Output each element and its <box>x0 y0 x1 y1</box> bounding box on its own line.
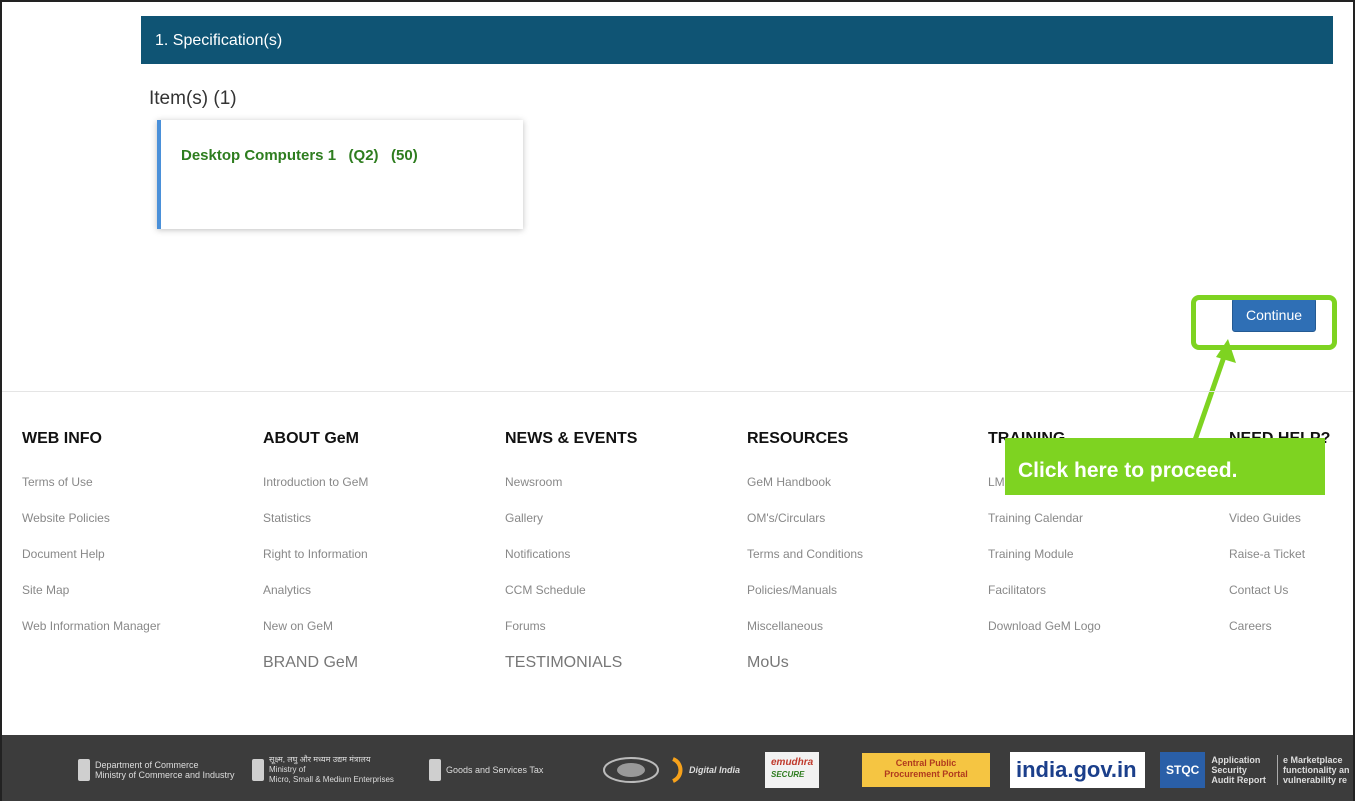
make-in-india-logo[interactable] <box>602 755 660 785</box>
footer-divider <box>2 391 1353 392</box>
lion-icon <box>603 757 659 783</box>
emblem-icon <box>252 759 264 781</box>
footer-link-site-map[interactable]: Site Map <box>22 580 161 600</box>
footer-link-training-module[interactable]: Training Module <box>988 544 1101 564</box>
page-frame: 1. Specification(s) Item(s) (1) Desktop … <box>0 0 1355 801</box>
footer-link-training-calendar[interactable]: Training Calendar <box>988 508 1101 528</box>
footer-link-new-on-gem[interactable]: New on GeM <box>263 616 368 636</box>
footer-link-web-information-manager[interactable]: Web Information Manager <box>22 616 161 636</box>
continue-button[interactable]: Continue <box>1232 298 1316 332</box>
footer-link-video-guides[interactable]: Video Guides <box>1229 508 1330 528</box>
footer-link-raise-ticket[interactable]: Raise-a Ticket <box>1229 544 1330 564</box>
digital-india-icon <box>672 757 683 783</box>
emudhra-logo[interactable]: emudhra SECURE <box>765 752 820 788</box>
msme-line-2: Ministry of <box>269 765 306 774</box>
marketplace-line-1: e Marketplace <box>1283 755 1343 765</box>
footer-link-careers[interactable]: Careers <box>1229 616 1330 636</box>
footer-link-download-gem-logo[interactable]: Download GeM Logo <box>988 616 1101 636</box>
emblem-icon <box>429 759 441 781</box>
digital-india-label: Digital India <box>689 765 741 775</box>
footer-col-resources: RESOURCES GeM Handbook OM's/Circulars Te… <box>747 430 863 672</box>
footer-link-policies-manuals[interactable]: Policies/Manuals <box>747 580 863 600</box>
footer-link-facilitators[interactable]: Facilitators <box>988 580 1101 600</box>
footer-link-om-circulars[interactable]: OM's/Circulars <box>747 508 863 528</box>
digital-india-logo[interactable]: Digital India <box>669 755 740 785</box>
marketplace-note: e Marketplace functionality an vulnerabili… <box>1277 755 1350 785</box>
footer-link-terms-of-use[interactable]: Terms of Use <box>22 472 161 492</box>
marketplace-line-3: vulnerability re <box>1283 775 1348 785</box>
footer-link-testimonials[interactable]: TESTIMONIALS <box>505 654 637 672</box>
items-title: Item(s) (1) <box>149 88 237 109</box>
stqc-line-1: Application <box>1211 755 1261 765</box>
gst-logo[interactable]: Goods and Services Tax <box>429 755 543 785</box>
footer-link-gallery[interactable]: Gallery <box>505 508 637 528</box>
india-gov-label: india.gov.in <box>1010 752 1145 788</box>
cppp-line-1: Central Public <box>895 758 957 768</box>
footer-link-website-policies[interactable]: Website Policies <box>22 508 161 528</box>
emudhra-secure-label: SECURE <box>771 770 805 779</box>
footer-link-notifications[interactable]: Notifications <box>505 544 637 564</box>
item-card[interactable]: Desktop Computers 1 (Q2) (50) <box>157 120 523 229</box>
footer-heading-web-info: WEB INFO <box>22 430 102 447</box>
stqc-badge: STQC <box>1160 752 1206 788</box>
stqc-line-3: Audit Report <box>1211 775 1266 785</box>
marketplace-line-2: functionality an <box>1283 765 1350 775</box>
specification-header[interactable]: 1. Specification(s) <box>141 16 1333 64</box>
item-label[interactable]: Desktop Computers 1 (Q2) (50) <box>181 147 418 164</box>
india-gov-logo[interactable]: india.gov.in <box>1010 752 1145 788</box>
footer-col-about: ABOUT GeM Introduction to GeM Statistics… <box>263 430 368 672</box>
commerce-logo[interactable]: Department of Commerce Ministry of Commer… <box>78 755 235 785</box>
commerce-line-1: Department of Commerce <box>95 760 199 770</box>
emblem-icon <box>78 759 90 781</box>
footer-col-web-info: WEB INFO Terms of Use Website Policies D… <box>22 430 161 636</box>
footer-col-news: NEWS & EVENTS Newsroom Gallery Notificat… <box>505 430 637 672</box>
commerce-line-2: Ministry of Commerce and Industry <box>95 770 235 780</box>
footer-link-terms-and-conditions[interactable]: Terms and Conditions <box>747 544 863 564</box>
footer-link-mous[interactable]: MoUs <box>747 654 863 672</box>
msme-line-1: सूक्ष्म, लघु और मध्यम उद्यम मंत्रालय <box>269 755 371 764</box>
footer-link-statistics[interactable]: Statistics <box>263 508 368 528</box>
footer-link-document-help[interactable]: Document Help <box>22 544 161 564</box>
footer-link-contact-us[interactable]: Contact Us <box>1229 580 1330 600</box>
footer-link-brand-gem[interactable]: BRAND GeM <box>263 654 368 672</box>
footer-heading-resources: RESOURCES <box>747 430 849 447</box>
footer-heading-news: NEWS & EVENTS <box>505 430 638 447</box>
footer-link-right-to-information[interactable]: Right to Information <box>263 544 368 564</box>
footer-link-miscellaneous[interactable]: Miscellaneous <box>747 616 863 636</box>
emudhra-label: emudhra <box>771 757 814 768</box>
footer-link-newsroom[interactable]: Newsroom <box>505 472 637 492</box>
gst-label: Goods and Services Tax <box>446 765 544 775</box>
msme-logo[interactable]: सूक्ष्म, लघु और मध्यम उद्यम मंत्रालय Mini… <box>252 755 394 785</box>
footer-link-gem-handbook[interactable]: GeM Handbook <box>747 472 863 492</box>
msme-line-3: Micro, Small & Medium Enterprises <box>269 775 394 784</box>
footer-link-analytics[interactable]: Analytics <box>263 580 368 600</box>
stqc-logo[interactable]: STQC Application Security Audit Report <box>1160 752 1266 788</box>
footer-link-forums[interactable]: Forums <box>505 616 637 636</box>
partner-logo-bar: Department of Commerce Ministry of Commer… <box>2 735 1353 801</box>
proceed-callout: Click here to proceed. <box>1005 438 1325 495</box>
footer-link-ccm-schedule[interactable]: CCM Schedule <box>505 580 637 600</box>
stqc-line-2: Security <box>1211 765 1247 775</box>
cppp-box: Central Public Procurement Portal <box>862 753 990 787</box>
footer-heading-about: ABOUT GeM <box>263 430 359 447</box>
cppp-line-2: Procurement Portal <box>884 769 968 779</box>
emudhra-box: emudhra SECURE <box>765 752 820 788</box>
cppp-logo[interactable]: Central Public Procurement Portal <box>862 753 990 787</box>
footer-link-introduction[interactable]: Introduction to GeM <box>263 472 368 492</box>
